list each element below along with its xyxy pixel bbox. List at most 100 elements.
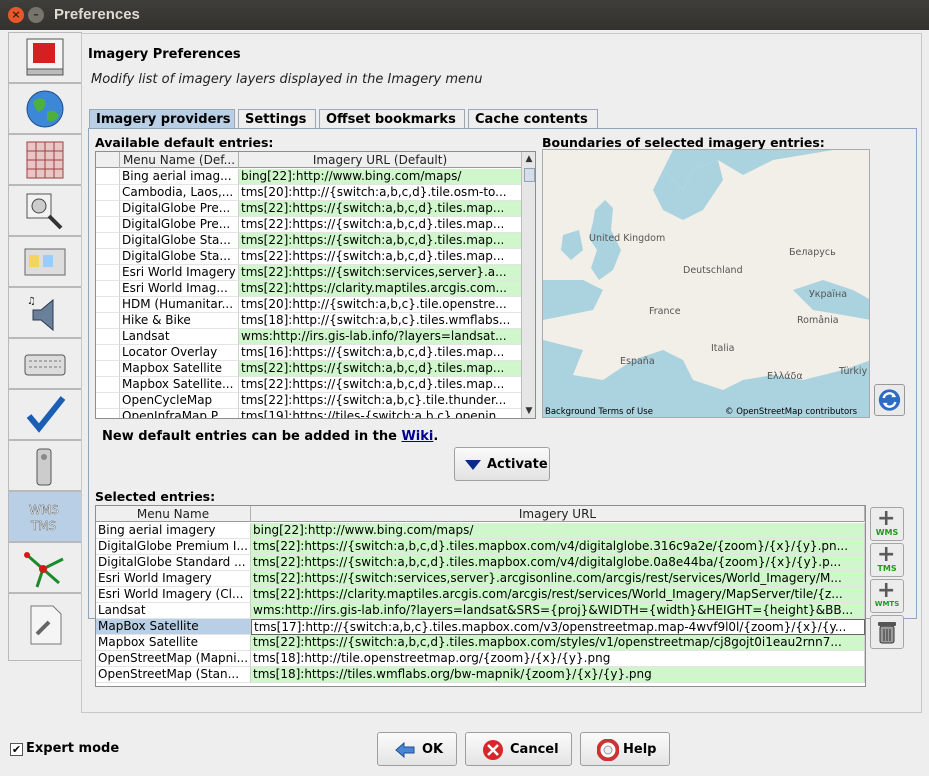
sidebar-item-validator[interactable] [8,389,82,440]
column-header-index [96,152,120,168]
selected-entries-table[interactable]: Menu Name Imagery URL Bing aerial imager… [95,505,866,687]
table-row[interactable]: Locator Overlay tms[16]:https://{switch:a… [96,345,522,361]
table-row[interactable]: DigitalGlobe Sta... tms[22]:https://{swit… [96,249,522,265]
menu-name-cell[interactable]: Bing aerial imagery [96,523,251,539]
imagery-url-cell[interactable]: tms[22]:https://clarity.maptiles.arcgis.… [251,587,865,603]
close-window-button[interactable]: × [8,7,24,23]
imagery-url-cell[interactable]: tms[22]:https://{switch:a,b,c,d}.tiles.m… [251,635,865,651]
imagery-url-cell[interactable]: tms[22]:https://{switch:a,b,c,d}.tiles.m… [251,539,865,555]
menu-name-cell[interactable]: DigitalGlobe Premium I... [96,539,251,555]
imagery-url-cell[interactable]: wms:http://irs.gis-lab.info/?layers=land… [251,603,865,619]
map-paint-icon [24,552,64,588]
expert-mode-checkbox[interactable]: ✔ [10,743,23,756]
column-header-name[interactable]: Menu Name [96,506,251,522]
scroll-down-arrow-icon[interactable]: ▼ [522,404,535,418]
imagery-url-editor[interactable]: tms[17]:http://{switch:a,b,c}.tiles.mapb… [251,619,865,635]
sidebar-item-display[interactable] [8,32,82,83]
table-row[interactable]: Esri World Imag... tms[22]:https://clarit… [96,281,522,297]
imagery-url-cell: tms[22]:https://clarity.maptiles.arcgis.… [239,281,522,297]
table-row[interactable]: Landsat wms:http://irs.gis-lab.info/?laye… [96,329,522,345]
help-button[interactable]: Help [580,732,670,766]
table-row[interactable]: Esri World Imagery tms[22]:https://{switc… [96,571,865,587]
activate-button[interactable]: Activate [454,447,550,481]
menu-name-cell[interactable]: Mapbox Satellite [96,635,251,651]
sidebar-item-audio[interactable]: ♫ [8,287,82,338]
sidebar-item-toolbar[interactable] [8,236,82,287]
sidebar-item-imagery[interactable]: WMS TMS [8,491,82,542]
imagery-url-cell[interactable]: tms[22]:https://{switch:services,server}… [251,571,865,587]
table-row[interactable]: Cambodia, Laos,... tms[20]:http://{switch… [96,185,522,201]
available-entries-table[interactable]: Menu Name (Def... Imagery URL (Default) … [95,151,536,419]
table-row[interactable]: Mapbox Satellite tms[22]:https://{switch:… [96,361,522,377]
available-scrollbar[interactable]: ▲ ▼ [521,152,535,418]
sidebar-item-remote[interactable] [8,440,82,491]
sidebar-item-projection[interactable] [8,134,82,185]
table-row[interactable]: DigitalGlobe Pre... tms[22]:https://{swit… [96,201,522,217]
column-header-url[interactable]: Imagery URL (Default) [239,152,522,168]
table-row[interactable]: OpenStreetMap (Mapni... tms[18]:http://ti… [96,651,865,667]
refresh-map-button[interactable] [874,384,905,416]
sidebar-item-map-paint[interactable] [8,542,82,593]
sidebar-item-connection[interactable] [8,185,82,236]
tab-settings[interactable]: Settings [238,109,316,129]
add-tms-button[interactable]: + TMS [870,543,904,577]
wiki-link[interactable]: Wiki [401,429,433,444]
menu-name-cell[interactable]: DigitalGlobe Standard ... [96,555,251,571]
menu-name-cell[interactable]: OpenStreetMap (Stan... [96,667,251,683]
table-row[interactable]: Mapbox Satellite tms[22]:https://{switch:… [96,635,865,651]
sidebar-item-map[interactable] [8,83,82,134]
table-row[interactable]: OpenCycleMap tms[22]:https://{switch:a,b,… [96,393,522,409]
table-row[interactable]: OpenInfraMap P... tms[19]:https://tiles-{… [96,409,522,418]
table-row[interactable]: DigitalGlobe Premium I... tms[22]:https:/… [96,539,865,555]
svg-text:WMS: WMS [29,503,59,517]
sidebar-item-shortcuts[interactable] [8,338,82,389]
table-row[interactable]: Mapbox Satellite... tms[22]:https://{swit… [96,377,522,393]
cancel-button[interactable]: Cancel [465,732,572,766]
scroll-thumb[interactable] [524,168,535,182]
imagery-url-cell[interactable]: tms[18]:https://tiles.wmflabs.org/bw-map… [251,667,865,683]
delete-entry-button[interactable] [870,615,904,649]
table-row[interactable]: DigitalGlobe Standard ... tms[22]:https:/… [96,555,865,571]
table-row[interactable]: Hike & Bike tms[18]:http://{switch:a,b,c}… [96,313,522,329]
table-row[interactable]: HDM (Humanitar... tms[20]:http://{switch:… [96,297,522,313]
menu-name-cell: DigitalGlobe Pre... [120,201,239,217]
table-row[interactable]: MapBox Satellite tms[17]:http://{switch:a… [96,619,865,635]
map-attribution-link[interactable]: Background Terms of Use [545,407,653,417]
menu-name-cell: Landsat [120,329,239,345]
menu-name-cell[interactable]: OpenStreetMap (Mapni... [96,651,251,667]
imagery-url-cell: tms[16]:https://{switch:a,b,c,d}.tiles.m… [239,345,522,361]
ok-button[interactable]: OK [377,732,457,766]
tab-imagery-providers[interactable]: Imagery providers [89,109,235,129]
table-row[interactable]: Esri World Imagery tms[22]:https://{switc… [96,265,522,281]
tab-cache-contents[interactable]: Cache contents [468,109,598,129]
table-row[interactable]: OpenStreetMap (Stan... tms[18]:https://ti… [96,667,865,683]
imagery-url-cell: tms[22]:https://{switch:a,b,c,d}.tiles.m… [239,201,522,217]
table-row[interactable]: Landsat wms:http://irs.gis-lab.info/?laye… [96,603,865,619]
add-wms-button[interactable]: + WMS [870,507,904,541]
tab-offset-bookmarks[interactable]: Offset bookmarks [319,109,465,129]
table-row[interactable]: Bing aerial imag... bing[22]:http://www.b… [96,169,522,185]
table-row[interactable]: Esri World Imagery (Cl... tms[22]:https:/… [96,587,865,603]
table-row[interactable]: Bing aerial imagery bing[22]:http://www.b… [96,523,865,539]
imagery-url-cell[interactable]: bing[22]:http://www.bing.com/maps/ [251,523,865,539]
imagery-url-cell[interactable]: tms[18]:http://tile.openstreetmap.org/{z… [251,651,865,667]
menu-name-cell[interactable]: Esri World Imagery [96,571,251,587]
boundaries-map[interactable]: United Kingdom Deutschland Беларусь Fran… [542,149,870,418]
table-row[interactable]: DigitalGlobe Pre... tms[22]:https://{swit… [96,217,522,233]
sidebar-item-advanced[interactable] [8,593,82,661]
row-index-cell [96,281,120,297]
menu-name-cell[interactable]: MapBox Satellite [96,619,251,635]
add-wmts-button[interactable]: + WMTS [870,579,904,613]
table-row[interactable]: DigitalGlobe Sta... tms[22]:https://{swit… [96,233,522,249]
menu-name-cell[interactable]: Esri World Imagery (Cl... [96,587,251,603]
minimize-window-button[interactable]: – [28,7,44,23]
column-header-url[interactable]: Imagery URL [251,506,865,522]
imagery-url-cell: tms[20]:http://{switch:a,b,c}.tile.opens… [239,297,522,313]
expert-mode-label[interactable]: Expert mode [26,741,119,756]
row-index-cell [96,233,120,249]
map-label-italy: Italia [711,343,735,354]
column-header-name[interactable]: Menu Name (Def... [120,152,239,168]
scroll-up-arrow-icon[interactable]: ▲ [522,152,535,166]
menu-name-cell[interactable]: Landsat [96,603,251,619]
imagery-url-cell[interactable]: tms[22]:https://{switch:a,b,c,d}.tiles.m… [251,555,865,571]
